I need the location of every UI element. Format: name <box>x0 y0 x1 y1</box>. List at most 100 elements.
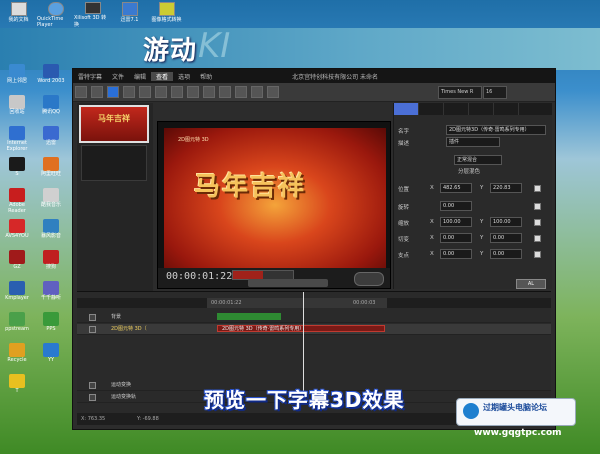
ruler-start: 00:00:01:22 <box>211 300 242 306</box>
ellipse-tool-icon[interactable] <box>139 86 151 98</box>
x-label: X <box>430 235 434 241</box>
font-size-field[interactable]: 16 <box>483 86 507 99</box>
track-visibility-checkbox[interactable] <box>89 382 96 389</box>
desktop-icon[interactable]: PPS <box>36 312 66 343</box>
desktop-left-icons: 网上邻居 回收站 Internet Explorer S Adobe Reade… <box>2 64 68 444</box>
desktop-icon[interactable]: Word 2003 <box>36 64 66 95</box>
quicktime-icon <box>47 2 64 16</box>
scale-y-field[interactable]: 100.00 <box>490 217 522 227</box>
apply-button[interactable]: AL <box>516 279 546 289</box>
timeline-track[interactable]: 2D图元特 3D（ 2D图元特 3D（传奇·雷鸣系列专用） <box>77 324 551 335</box>
shear-x-field[interactable]: 0.00 <box>440 233 472 243</box>
track-visibility-checkbox[interactable] <box>89 326 96 333</box>
checkbox[interactable] <box>534 185 541 192</box>
menu-options[interactable]: 选项 <box>173 72 195 81</box>
menu-app[interactable]: 雷特字幕 <box>73 72 107 81</box>
timeline-ruler[interactable]: 00:00:01:22 00:00:03 <box>207 298 387 308</box>
app-icon <box>9 250 25 264</box>
desktop-icon[interactable]: 暴风影音 <box>36 219 66 250</box>
desktop-icon[interactable]: AVS4YOU <box>2 219 32 250</box>
row-label: 旋转 <box>398 205 410 211</box>
desktop-icon[interactable]: 千千静听 <box>36 281 66 312</box>
text-tool-icon[interactable] <box>171 86 183 98</box>
tab-style[interactable] <box>419 103 444 115</box>
scrub-fill <box>233 271 263 279</box>
tab-motion[interactable] <box>469 103 494 115</box>
blend-mode-select[interactable]: 正常混合 <box>454 155 502 165</box>
desktop-icon[interactable]: Adobe Reader <box>2 188 32 219</box>
thunder-icon <box>121 2 138 16</box>
position-x-field[interactable]: 482.65 <box>440 183 472 193</box>
menu-file[interactable]: 文件 <box>107 72 129 81</box>
pivot-x-field[interactable]: 0.00 <box>440 249 472 259</box>
menu-help[interactable]: 帮助 <box>195 72 217 81</box>
desktop-icon[interactable]: Recycle <box>2 343 32 374</box>
desktop-icon[interactable]: 酷我音乐 <box>36 188 66 219</box>
redo-icon[interactable] <box>91 86 103 98</box>
desktop-icon[interactable]: 图像格式转换 <box>148 0 185 28</box>
play-toggle-button[interactable] <box>354 272 384 286</box>
undo-icon[interactable] <box>75 86 87 98</box>
desktop-icon[interactable]: 迅雷7.1 <box>111 0 148 28</box>
rotation-field[interactable]: 0.00 <box>440 201 472 211</box>
scale-x-field[interactable]: 100.00 <box>440 217 472 227</box>
tab-properties[interactable] <box>394 103 419 115</box>
banner-bg-letters: KI <box>198 26 231 66</box>
select-tool-icon[interactable] <box>107 86 119 98</box>
timecode: 00:00:01:22 <box>166 271 233 282</box>
desktop-icon[interactable]: 腾讯QQ <box>36 95 66 126</box>
track-visibility-checkbox[interactable] <box>89 394 96 401</box>
desktop-icon[interactable]: 我的文档 <box>0 0 37 28</box>
rect-tool-icon[interactable] <box>123 86 135 98</box>
preview-panel: 2D图元特 3D 马年吉祥 00:00:01:22 <box>157 121 391 289</box>
pivot-y-field[interactable]: 0.00 <box>490 249 522 259</box>
desc-field[interactable]: 插件 <box>446 137 500 147</box>
desktop-icon[interactable]: Xilisoft 3D 转换 <box>74 0 111 28</box>
film-icon <box>84 2 101 14</box>
preview-stage[interactable]: 2D图元特 3D 马年吉祥 <box>164 128 386 268</box>
desktop-icon[interactable]: Kmplayer <box>2 281 32 312</box>
x-label: X <box>430 251 434 257</box>
timeline-track[interactable]: 背景 <box>77 312 551 323</box>
preset-thumbnail[interactable] <box>81 145 147 181</box>
checkbox[interactable] <box>534 219 541 226</box>
align-icon[interactable] <box>219 86 231 98</box>
checkbox[interactable] <box>534 235 541 242</box>
name-field[interactable]: 2D图元特3D（传奇·雷鸣系列专用） <box>446 125 546 135</box>
position-y-field[interactable]: 220.83 <box>490 183 522 193</box>
desktop-icon[interactable]: YY <box>36 343 66 374</box>
track-clip[interactable]: 2D图元特 3D（传奇·雷鸣系列专用） <box>217 325 385 332</box>
checkbox[interactable] <box>534 251 541 258</box>
word-icon <box>43 64 59 78</box>
layer-icon[interactable] <box>235 86 247 98</box>
desktop-icon[interactable]: S <box>2 157 32 188</box>
image-tool-icon[interactable] <box>203 86 215 98</box>
transport-buttons[interactable] <box>248 279 328 287</box>
tab-effects[interactable] <box>444 103 469 115</box>
track-clip[interactable] <box>217 313 281 320</box>
playhead[interactable] <box>303 292 304 392</box>
zoom-icon[interactable] <box>267 86 279 98</box>
menu-edit[interactable]: 编辑 <box>129 72 151 81</box>
desktop-icon[interactable]: 阿里旺旺 <box>36 157 66 188</box>
pen-tool-icon[interactable] <box>155 86 167 98</box>
desktop-icon[interactable]: QuickTime Player <box>37 0 74 28</box>
shear-y-field[interactable]: 0.00 <box>490 233 522 243</box>
desktop-icon[interactable]: ppstream <box>2 312 32 343</box>
desktop-icon[interactable]: 迅雷 <box>36 126 66 157</box>
group-icon[interactable] <box>251 86 263 98</box>
desktop-icon[interactable]: Internet Explorer <box>2 126 32 157</box>
desktop-icon[interactable]: T <box>2 374 32 405</box>
watermark-url: www.gqgtpc.com <box>474 428 562 438</box>
track-visibility-checkbox[interactable] <box>89 314 96 321</box>
desktop-icon[interactable]: 回收站 <box>2 95 32 126</box>
checkbox[interactable] <box>534 203 541 210</box>
desktop-icon[interactable]: 网上邻居 <box>2 64 32 95</box>
preset-thumbnail[interactable]: 马年吉祥 <box>79 105 149 143</box>
desktop-icon[interactable]: GZ <box>2 250 32 281</box>
menu-view[interactable]: 查看 <box>151 71 174 81</box>
vertical-text-icon[interactable] <box>187 86 199 98</box>
font-select[interactable]: Times New R <box>438 86 482 99</box>
desktop-icon[interactable]: 搜狗 <box>36 250 66 281</box>
tab-more[interactable] <box>494 103 519 115</box>
